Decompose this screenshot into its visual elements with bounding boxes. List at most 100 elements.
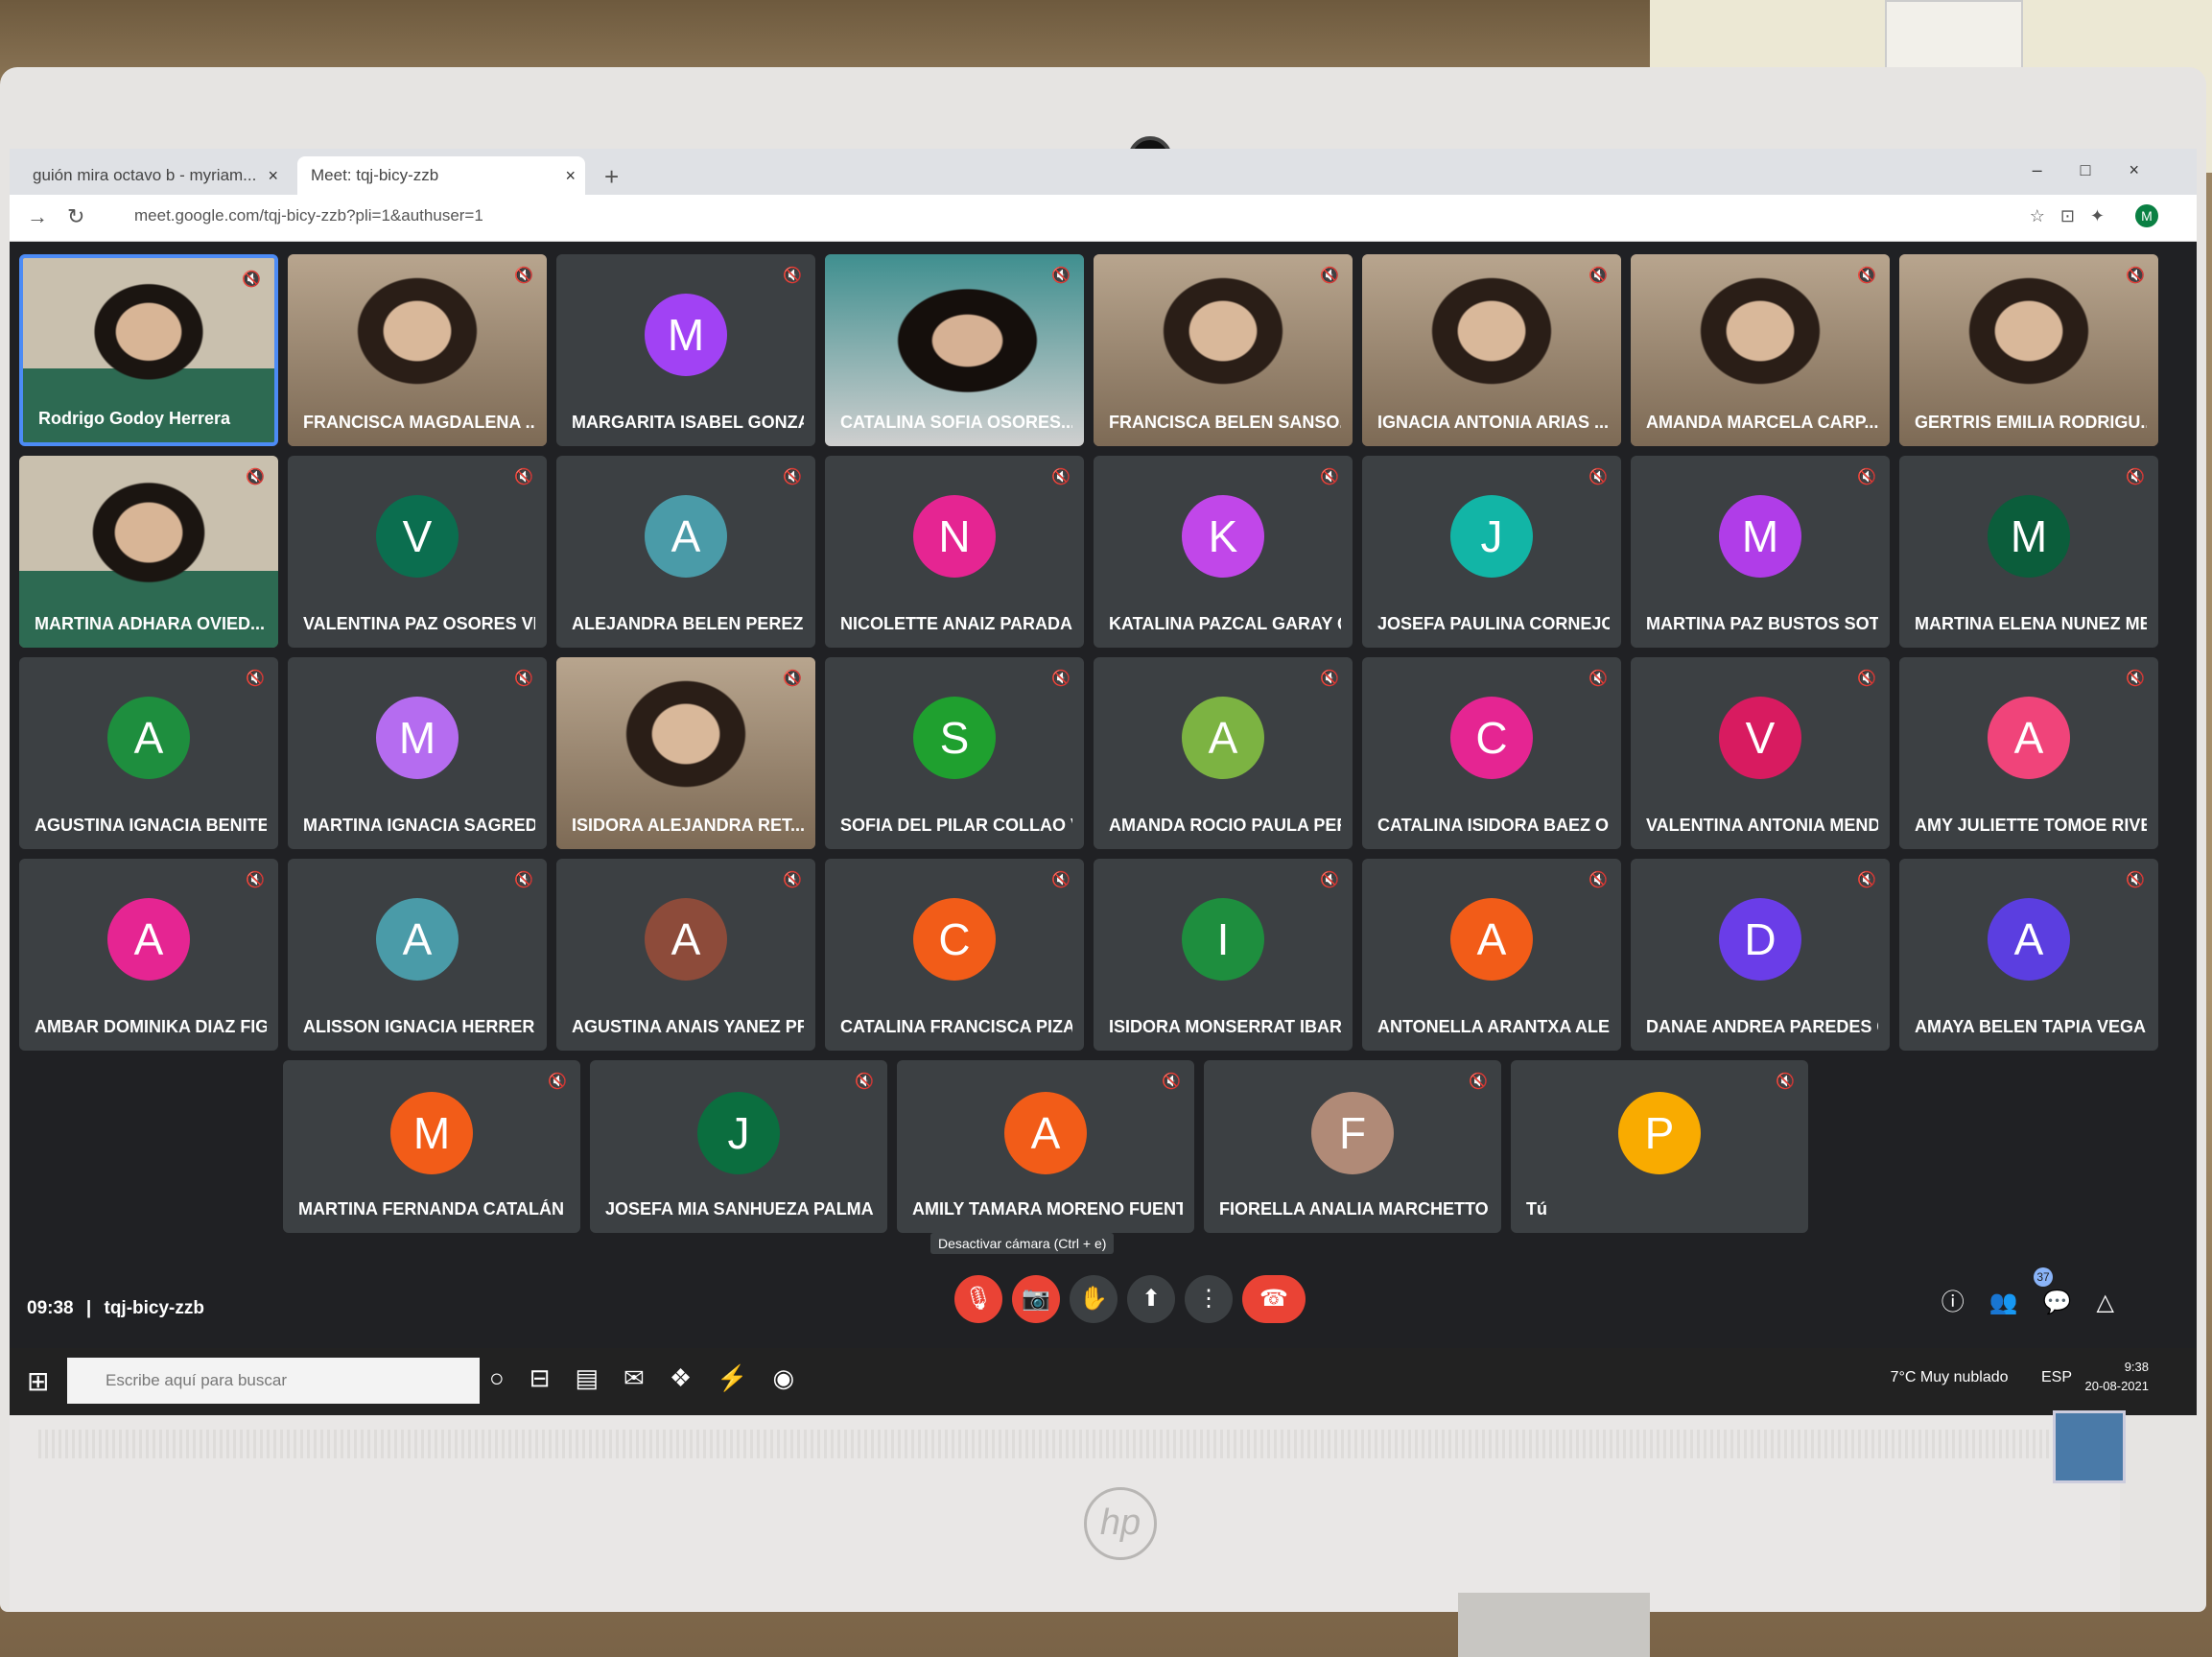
participant-name: SOFIA DEL PILAR COLLAO V... [840, 816, 1072, 835]
language-indicator[interactable]: ESP [2041, 1369, 2072, 1385]
mic-off-button[interactable]: 🎙 [954, 1275, 1002, 1323]
participant-tile[interactable]: F 🔇 FIORELLA ANALIA MARCHETTO AREV... [1204, 1060, 1501, 1233]
hp-logo: hp [1084, 1487, 1157, 1560]
close-icon[interactable]: × [268, 156, 278, 195]
muted-mic-icon: 🔇 [783, 872, 802, 888]
participant-tile[interactable]: A 🔇 AMBAR DOMINIKA DIAZ FIG... [19, 859, 278, 1051]
clock-time: 9:38 [2124, 1360, 2149, 1374]
participant-tile[interactable]: J 🔇 JOSEFA PAULINA CORNEJO... [1362, 456, 1621, 648]
close-icon[interactable]: × [565, 156, 576, 195]
more-options-button[interactable]: ⋮ [1185, 1275, 1233, 1323]
raise-hand-button[interactable]: ✋ [1070, 1275, 1118, 1323]
participant-tile[interactable]: A 🔇 AMANDA ROCIO PAULA PER... [1094, 657, 1353, 849]
participant-tile[interactable]: 🔇 FRANCISCA BELEN SANSO... [1094, 254, 1353, 446]
participant-name: MARTINA ADHARA OVIED... [35, 614, 265, 633]
participant-avatar: A [1988, 898, 2070, 981]
mic-off-icon: 🎙 [963, 1286, 994, 1312]
participant-tile[interactable]: 🔇 ISIDORA ALEJANDRA RET... [556, 657, 815, 849]
participant-name: VALENTINA PAZ OSORES VI... [303, 614, 535, 633]
participant-tile[interactable]: M 🔇 MARGARITA ISABEL GONZA... [556, 254, 815, 446]
participant-tile[interactable]: 🔇 GERTRIS EMILIA RODRIGU... [1899, 254, 2158, 446]
participant-tile[interactable]: C 🔇 CATALINA FRANCISCA PIZA... [825, 859, 1084, 1051]
participant-tile[interactable]: 🔇 IGNACIA ANTONIA ARIAS ... [1362, 254, 1621, 446]
participant-name: MARTINA FERNANDA CATALÁN COÑU... [298, 1199, 569, 1219]
participant-tile[interactable]: S 🔇 SOFIA DEL PILAR COLLAO V... [825, 657, 1084, 849]
windows-start-icon[interactable]: ⊞ [27, 1365, 49, 1397]
participant-tile[interactable]: C 🔇 CATALINA ISIDORA BAEZ O... [1362, 657, 1621, 849]
participant-tile[interactable]: 🔇 Rodrigo Godoy Herrera [19, 254, 278, 446]
participant-avatar: A [1988, 697, 2070, 779]
participant-tile[interactable]: 🔇 AMANDA MARCELA CARP... [1631, 254, 1890, 446]
system-tray[interactable]: 7°C Muy nublado ESP [1891, 1369, 2072, 1386]
participant-avatar: V [376, 495, 459, 578]
participant-tile[interactable]: J 🔇 JOSEFA MIA SANHUEZA PALMA [590, 1060, 887, 1233]
muted-mic-icon: 🔇 [783, 469, 802, 485]
muted-mic-icon: 🔇 [514, 671, 533, 687]
taskbar-clock[interactable]: 9:38 20-08-2021 [2085, 1358, 2150, 1396]
participant-tile[interactable]: 🔇 CATALINA SOFIA OSORES... [825, 254, 1084, 446]
participant-tile[interactable]: A 🔇 AGUSTINA ANAIS YANEZ PR... [556, 859, 815, 1051]
window-controls[interactable]: –□× [2033, 160, 2177, 180]
profile-avatar[interactable]: M [2135, 204, 2158, 227]
present-button[interactable]: ⬆ [1127, 1275, 1175, 1323]
participant-tile[interactable]: 🔇 MARTINA ADHARA OVIED... [19, 456, 278, 648]
participant-name: KATALINA PAZCAL GARAY Q... [1109, 614, 1341, 633]
participant-tile[interactable]: M 🔇 MARTINA IGNACIA SAGRED... [288, 657, 547, 849]
participant-tile[interactable]: M 🔇 MARTINA FERNANDA CATALÁN COÑU... [283, 1060, 580, 1233]
participant-name: Rodrigo Godoy Herrera [38, 409, 231, 428]
participant-name: MARTINA IGNACIA SAGRED... [303, 816, 535, 835]
participant-tile[interactable]: V 🔇 VALENTINA PAZ OSORES VI... [288, 456, 547, 648]
participant-tile[interactable]: A 🔇 AGUSTINA IGNACIA BENITE... [19, 657, 278, 849]
participant-tile[interactable]: A 🔇 ALISSON IGNACIA HERRER... [288, 859, 547, 1051]
participant-tile[interactable]: A 🔇 AMILY TAMARA MORENO FUENTES [897, 1060, 1194, 1233]
participant-avatar: A [376, 898, 459, 981]
participant-name: ANTONELLA ARANTXA ALE... [1377, 1017, 1610, 1036]
url-field[interactable]: meet.google.com/tqj-bicy-zzb?pli=1&authu… [134, 206, 483, 225]
participant-tile[interactable]: V 🔇 VALENTINA ANTONIA MEND... [1631, 657, 1890, 849]
taskbar-search-input[interactable]: Escribe aquí para buscar [67, 1358, 480, 1404]
participant-tile[interactable]: A 🔇 AMY JULIETTE TOMOE RIVE... [1899, 657, 2158, 849]
participant-tile[interactable]: D 🔇 DANAE ANDREA PAREDES C... [1631, 859, 1890, 1051]
muted-mic-icon: 🔇 [1162, 1074, 1181, 1090]
people-icon[interactable]: 👥 [1989, 1290, 2043, 1315]
windows-taskbar: ⊞ Escribe aquí para buscar ○⊟▤✉❖⚡◉ 7°C M… [10, 1348, 2197, 1415]
camera-off-button[interactable]: 📷 [1012, 1275, 1060, 1323]
hang-up-button[interactable]: ☎ [1242, 1275, 1306, 1323]
muted-mic-icon: 🔇 [1588, 671, 1608, 687]
participant-tile[interactable]: A 🔇 ANTONELLA ARANTXA ALE... [1362, 859, 1621, 1051]
info-icon[interactable]: ⓘ [1941, 1290, 1989, 1315]
chat-icon[interactable]: 💬 [2043, 1290, 2097, 1315]
muted-mic-icon: 🔇 [1051, 872, 1071, 888]
participant-tile[interactable]: I 🔇 ISIDORA MONSERRAT IBAR... [1094, 859, 1353, 1051]
taskbar-app-icons[interactable]: ○⊟▤✉❖⚡◉ [489, 1363, 819, 1393]
new-tab-button[interactable]: + [604, 162, 619, 192]
participant-name: CATALINA FRANCISCA PIZA... [840, 1017, 1072, 1036]
back-icon[interactable]: → [27, 204, 48, 229]
tab-meet[interactable]: Meet: tqj-bicy-zzb × [297, 156, 585, 195]
muted-mic-icon: 🔇 [246, 469, 265, 485]
participant-avatar: S [913, 697, 996, 779]
participant-name: MARTINA ELENA NUNEZ ME... [1915, 614, 2147, 633]
activities-icon[interactable]: △ [2097, 1290, 2139, 1315]
participant-tile[interactable]: 🔇 FRANCISCA MAGDALENA ... [288, 254, 547, 446]
muted-mic-icon: 🔇 [514, 268, 533, 284]
participant-avatar: M [390, 1091, 473, 1174]
participant-name: AMAYA BELEN TAPIA VEGA [1915, 1017, 2147, 1036]
participant-name: ALEJANDRA BELEN PEREZ E... [572, 614, 804, 633]
participant-avatar: C [1450, 697, 1533, 779]
hangup-icon: ☎ [1259, 1286, 1288, 1312]
reload-icon[interactable]: ↻ [67, 204, 84, 229]
participant-tile[interactable]: P 🔇 Tú [1511, 1060, 1808, 1233]
participant-tile[interactable]: M 🔇 MARTINA PAZ BUSTOS SOTO [1631, 456, 1890, 648]
muted-mic-icon: 🔇 [514, 469, 533, 485]
participant-tile[interactable]: M 🔇 MARTINA ELENA NUNEZ ME... [1899, 456, 2158, 648]
participant-tile[interactable]: A 🔇 AMAYA BELEN TAPIA VEGA [1899, 859, 2158, 1051]
tab-guion[interactable]: guión mira octavo b - myriam... × [19, 156, 288, 195]
weather-text[interactable]: 7°C Muy nublado [1891, 1369, 2009, 1385]
participant-name: AMANDA ROCIO PAULA PER... [1109, 816, 1341, 835]
participant-tile[interactable]: A 🔇 ALEJANDRA BELEN PEREZ E... [556, 456, 815, 648]
participant-tile[interactable]: N 🔇 NICOLETTE ANAIZ PARADA ... [825, 456, 1084, 648]
participant-tile[interactable]: K 🔇 KATALINA PAZCAL GARAY Q... [1094, 456, 1353, 648]
participant-name: AMANDA MARCELA CARP... [1646, 413, 1878, 432]
extension-icons[interactable]: ☆⊡✦ [2030, 206, 2120, 226]
